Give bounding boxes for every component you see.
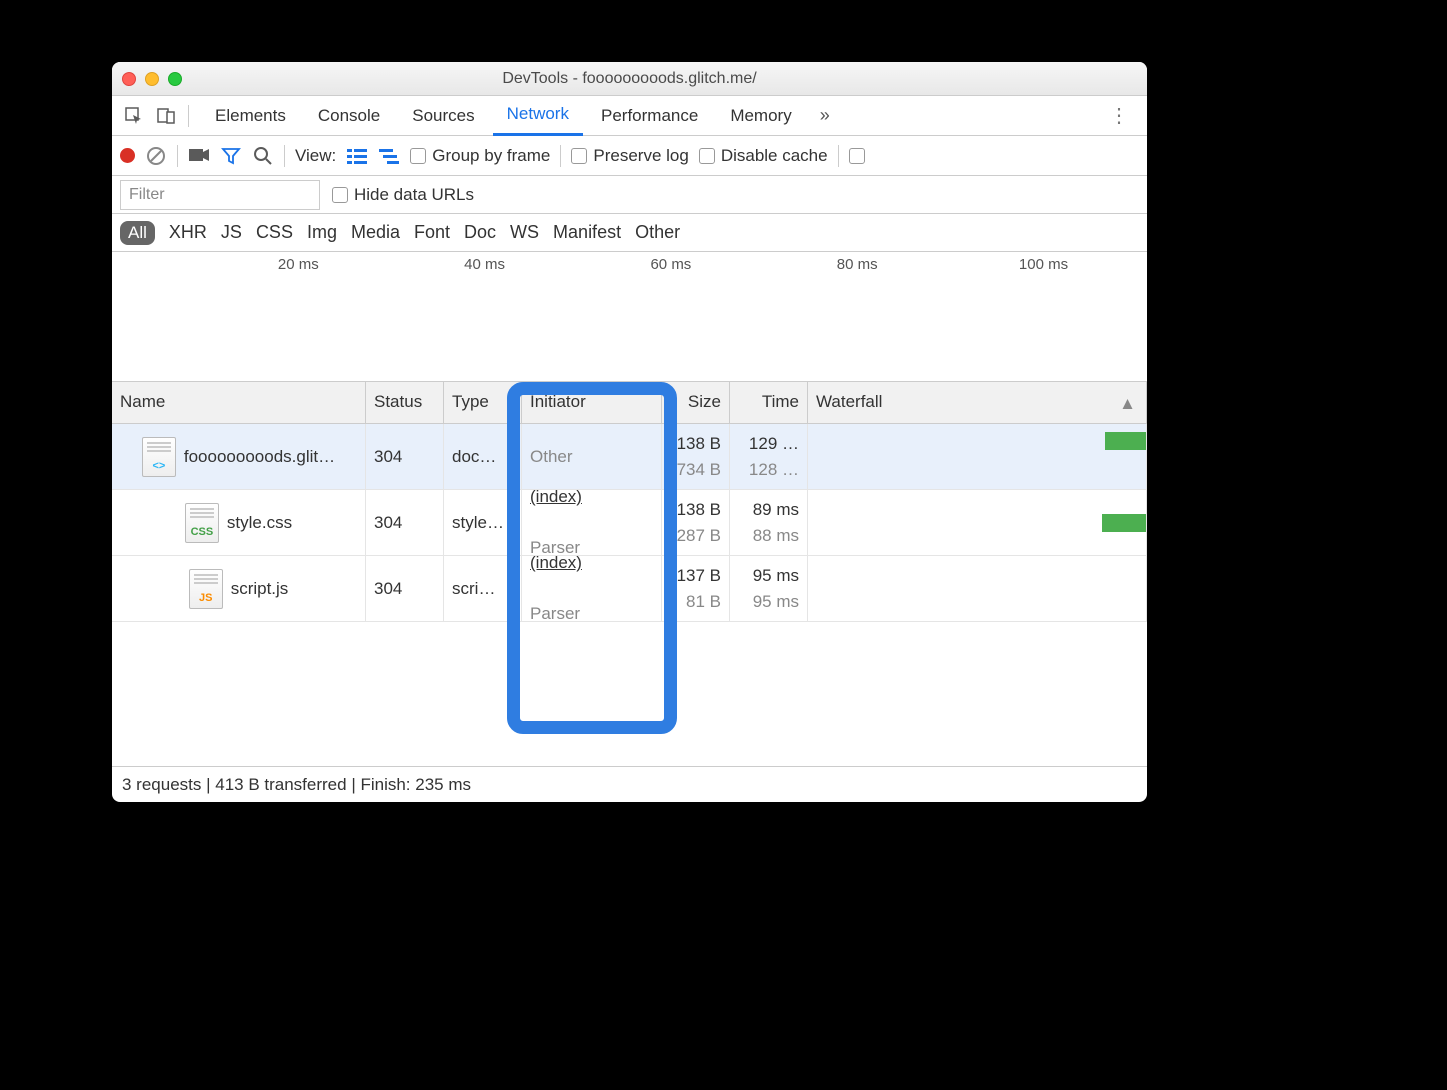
initiator-link[interactable]: (index) — [530, 490, 653, 510]
network-toolbar: View: Group by frame Preserve log Disabl… — [112, 136, 1147, 176]
cell-type: scri… — [444, 556, 522, 621]
cell-status: 304 — [366, 490, 444, 555]
type-filter-js[interactable]: JS — [221, 222, 242, 243]
view-label: View: — [295, 146, 336, 166]
inspect-element-icon[interactable] — [120, 102, 148, 130]
offline-checkbox[interactable] — [849, 148, 865, 164]
table-row[interactable]: CSS style.css 304style…(index)Parser138 B2… — [112, 490, 1147, 556]
col-type[interactable]: Type — [444, 382, 522, 423]
disable-cache-checkbox[interactable]: Disable cache — [699, 146, 828, 166]
resource-type-filters: All XHR JS CSS Img Media Font Doc WS Manifest Othe… — [112, 214, 1147, 252]
panel-tabs: ElementsConsoleSourcesNetworkPerformance… — [112, 96, 1147, 136]
clear-icon[interactable] — [145, 145, 167, 167]
tab-memory[interactable]: Memory — [716, 96, 805, 136]
cell-type: doc… — [444, 424, 522, 489]
cell-time: 95 ms95 ms — [730, 556, 808, 621]
type-filter-other[interactable]: Other — [635, 222, 680, 243]
timeline-tick: 80 ms — [837, 256, 878, 273]
cell-status: 304 — [366, 424, 444, 489]
waterfall-bar — [1105, 432, 1146, 450]
type-filter-xhr[interactable]: XHR — [169, 222, 207, 243]
request-name: style.css — [227, 513, 292, 533]
status-bar: 3 requests | 413 B transferred | Finish:… — [112, 766, 1147, 802]
tab-sources[interactable]: Sources — [398, 96, 488, 136]
settings-menu-icon[interactable]: ⋮ — [1099, 103, 1139, 128]
file-html-icon: <> — [142, 437, 176, 477]
tab-network[interactable]: Network — [493, 96, 583, 136]
request-name: fooooooooods.glit… — [184, 447, 335, 467]
filter-row: Hide data URLs — [112, 176, 1147, 214]
col-name[interactable]: Name — [112, 382, 366, 423]
hide-data-urls-checkbox[interactable]: Hide data URLs — [332, 185, 474, 205]
record-button[interactable] — [120, 148, 135, 163]
type-filter-css[interactable]: CSS — [256, 222, 293, 243]
request-name: script.js — [231, 579, 289, 599]
cell-time: 129 …128 … — [730, 424, 808, 489]
file-css-icon: CSS — [185, 503, 219, 543]
cell-size: 137 B81 B — [662, 556, 730, 621]
cell-type: style… — [444, 490, 522, 555]
tab-elements[interactable]: Elements — [201, 96, 300, 136]
timeline-tick: 60 ms — [650, 256, 691, 273]
window-title: DevTools - fooooooooods.glitch.me/ — [112, 70, 1147, 88]
devtools-window: DevTools - fooooooooods.glitch.me/ Eleme… — [112, 62, 1147, 802]
group-by-frame-checkbox[interactable]: Group by frame — [410, 146, 550, 166]
search-icon[interactable] — [252, 145, 274, 167]
type-filter-all[interactable]: All — [120, 221, 155, 245]
cell-waterfall — [808, 424, 1147, 489]
col-waterfall[interactable]: Waterfall ▲ — [808, 382, 1147, 423]
cell-size: 138 B734 B — [662, 424, 730, 489]
timeline-tick: 100 ms — [1019, 256, 1068, 273]
type-filter-font[interactable]: Font — [414, 222, 450, 243]
timeline-tick: 40 ms — [464, 256, 505, 273]
cell-waterfall — [808, 556, 1147, 621]
large-rows-icon[interactable] — [346, 147, 368, 165]
table-row[interactable]: JS script.js 304scri…(index)Parser137 B81 … — [112, 556, 1147, 622]
table-row[interactable]: <> fooooooooods.glit… 304doc…Other138 B734… — [112, 424, 1147, 490]
col-initiator[interactable]: Initiator — [522, 382, 662, 423]
type-filter-img[interactable]: Img — [307, 222, 337, 243]
cell-status: 304 — [366, 556, 444, 621]
cell-initiator: Other — [522, 424, 662, 489]
summary-text: 3 requests | 413 B transferred | Finish:… — [122, 775, 471, 795]
requests-table: Name Status Type Initiator Size Time Wat… — [112, 382, 1147, 766]
timeline-tick: 20 ms — [278, 256, 319, 273]
titlebar: DevTools - fooooooooods.glitch.me/ — [112, 62, 1147, 96]
device-toolbar-icon[interactable] — [152, 102, 180, 130]
col-time[interactable]: Time — [730, 382, 808, 423]
waterfall-bar — [1102, 514, 1146, 532]
tab-performance[interactable]: Performance — [587, 96, 712, 136]
type-filter-media[interactable]: Media — [351, 222, 400, 243]
col-status[interactable]: Status — [366, 382, 444, 423]
waterfall-view-icon[interactable] — [378, 147, 400, 165]
timeline-overview[interactable]: 20 ms 40 ms 60 ms 80 ms 100 ms — [112, 252, 1147, 382]
cell-size: 138 B287 B — [662, 490, 730, 555]
cell-time: 89 ms88 ms — [730, 490, 808, 555]
initiator-link[interactable]: (index) — [530, 556, 653, 576]
cell-initiator: (index)Parser — [522, 490, 662, 555]
type-filter-manifest[interactable]: Manifest — [553, 222, 621, 243]
filter-input[interactable] — [120, 180, 320, 210]
file-js-icon: JS — [189, 569, 223, 609]
sort-indicator-icon: ▲ — [1119, 394, 1136, 414]
col-size[interactable]: Size — [662, 382, 730, 423]
screenshot-icon[interactable] — [188, 145, 210, 167]
type-filter-doc[interactable]: Doc — [464, 222, 496, 243]
type-filter-ws[interactable]: WS — [510, 222, 539, 243]
filter-icon[interactable] — [220, 145, 242, 167]
preserve-log-checkbox[interactable]: Preserve log — [571, 146, 688, 166]
cell-waterfall — [808, 490, 1147, 555]
tab-console[interactable]: Console — [304, 96, 394, 136]
table-header: Name Status Type Initiator Size Time Wat… — [112, 382, 1147, 424]
cell-initiator: (index)Parser — [522, 556, 662, 621]
panels-overflow-button[interactable]: » — [810, 105, 840, 126]
